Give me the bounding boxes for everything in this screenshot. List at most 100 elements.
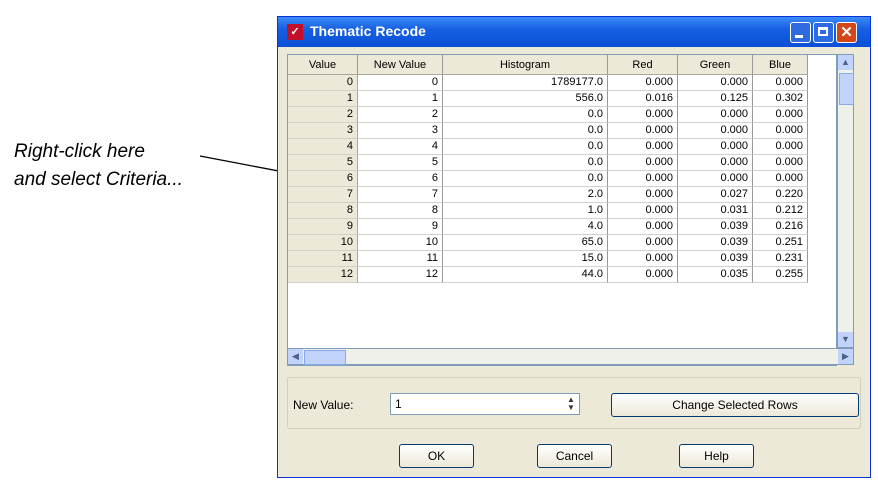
horizontal-scroll-thumb[interactable] (304, 350, 346, 365)
vertical-scroll-thumb[interactable] (839, 73, 854, 105)
cell-histogram: 1789177.0 (443, 75, 608, 91)
cell-red: 0.000 (608, 219, 678, 235)
cell-new-value[interactable]: 3 (358, 123, 443, 139)
table-row[interactable]: 11 11 15.0 0.000 0.039 0.231 (288, 251, 836, 267)
cell-value: 11 (288, 251, 358, 267)
cell-histogram: 1.0 (443, 203, 608, 219)
cell-blue: 0.000 (753, 155, 808, 171)
cell-value: 10 (288, 235, 358, 251)
cell-new-value[interactable]: 9 (358, 219, 443, 235)
vertical-scrollbar[interactable]: ▲ ▼ (837, 54, 854, 348)
table-row[interactable]: 4 4 0.0 0.000 0.000 0.000 (288, 139, 836, 155)
cell-red: 0.016 (608, 91, 678, 107)
cell-value: 3 (288, 123, 358, 139)
cell-new-value[interactable]: 10 (358, 235, 443, 251)
table-row[interactable]: 1 1 556.0 0.016 0.125 0.302 (288, 91, 836, 107)
new-value-label: New Value: (293, 398, 354, 412)
cell-value: 6 (288, 171, 358, 187)
cell-value: 4 (288, 139, 358, 155)
cell-value: 7 (288, 187, 358, 203)
new-value-input[interactable]: 1 ▲ ▼ (390, 393, 580, 415)
cell-green: 0.039 (678, 219, 753, 235)
scroll-up-icon[interactable]: ▲ (838, 55, 853, 70)
cell-blue: 0.000 (753, 171, 808, 187)
close-button[interactable]: ✕ (836, 22, 857, 43)
minimize-button[interactable] (790, 22, 811, 43)
ok-button[interactable]: OK (399, 444, 474, 468)
column-header-red[interactable]: Red (608, 55, 678, 75)
column-header-value[interactable]: Value (288, 55, 358, 75)
table-header: Value New Value Histogram Red Green Blue (288, 55, 836, 75)
cell-histogram: 65.0 (443, 235, 608, 251)
cell-red: 0.000 (608, 235, 678, 251)
cell-blue: 0.302 (753, 91, 808, 107)
cell-new-value[interactable]: 0 (358, 75, 443, 91)
scroll-right-icon[interactable]: ▶ (838, 349, 853, 364)
cell-histogram: 0.0 (443, 155, 608, 171)
cell-new-value[interactable]: 6 (358, 171, 443, 187)
cell-red: 0.000 (608, 107, 678, 123)
table-row[interactable]: 7 7 2.0 0.000 0.027 0.220 (288, 187, 836, 203)
column-header-histogram[interactable]: Histogram (443, 55, 608, 75)
table-row[interactable]: 5 5 0.0 0.000 0.000 0.000 (288, 155, 836, 171)
cell-histogram: 0.0 (443, 171, 608, 187)
table-row[interactable]: 9 9 4.0 0.000 0.039 0.216 (288, 219, 836, 235)
table-row[interactable]: 3 3 0.0 0.000 0.000 0.000 (288, 123, 836, 139)
cell-red: 0.000 (608, 267, 678, 283)
cell-new-value[interactable]: 7 (358, 187, 443, 203)
title-bar[interactable]: ✓ Thematic Recode ✕ (278, 17, 870, 47)
cell-value: 12 (288, 267, 358, 283)
cell-histogram: 44.0 (443, 267, 608, 283)
table-row[interactable]: 0 0 1789177.0 0.000 0.000 0.000 (288, 75, 836, 91)
cell-value: 0 (288, 75, 358, 91)
table-row[interactable]: 2 2 0.0 0.000 0.000 0.000 (288, 107, 836, 123)
cell-red: 0.000 (608, 123, 678, 139)
cell-new-value[interactable]: 1 (358, 91, 443, 107)
cell-blue: 0.255 (753, 267, 808, 283)
cell-histogram: 0.0 (443, 139, 608, 155)
cell-histogram: 556.0 (443, 91, 608, 107)
cancel-button[interactable]: Cancel (537, 444, 612, 468)
cell-histogram: 15.0 (443, 251, 608, 267)
cell-green: 0.027 (678, 187, 753, 203)
cell-green: 0.000 (678, 107, 753, 123)
cell-blue: 0.212 (753, 203, 808, 219)
recode-table[interactable]: Value New Value Histogram Red Green Blue 0 0 178… (287, 54, 837, 366)
cell-green: 0.039 (678, 251, 753, 267)
cell-value: 5 (288, 155, 358, 171)
table-row[interactable]: 8 8 1.0 0.000 0.031 0.212 (288, 203, 836, 219)
scroll-left-icon[interactable]: ◀ (288, 349, 303, 364)
cell-value: 1 (288, 91, 358, 107)
cell-green: 0.000 (678, 155, 753, 171)
table-row[interactable]: 12 12 44.0 0.000 0.035 0.255 (288, 267, 836, 283)
cell-new-value[interactable]: 11 (358, 251, 443, 267)
cell-red: 0.000 (608, 75, 678, 91)
cell-histogram: 0.0 (443, 123, 608, 139)
column-header-new-value[interactable]: New Value (358, 55, 443, 75)
help-button[interactable]: Help (679, 444, 754, 468)
cell-green: 0.000 (678, 123, 753, 139)
cell-value: 2 (288, 107, 358, 123)
cell-red: 0.000 (608, 187, 678, 203)
table-row[interactable]: 6 6 0.0 0.000 0.000 0.000 (288, 171, 836, 187)
column-header-green[interactable]: Green (678, 55, 753, 75)
cell-red: 0.000 (608, 155, 678, 171)
spinner-icon[interactable]: ▲ ▼ (565, 396, 577, 412)
cell-value: 8 (288, 203, 358, 219)
cell-green: 0.031 (678, 203, 753, 219)
cell-new-value[interactable]: 4 (358, 139, 443, 155)
cell-green: 0.039 (678, 235, 753, 251)
column-header-blue[interactable]: Blue (753, 55, 808, 75)
cell-new-value[interactable]: 5 (358, 155, 443, 171)
scroll-down-icon[interactable]: ▼ (838, 332, 853, 347)
new-value-text: 1 (395, 397, 402, 411)
maximize-button[interactable] (813, 22, 834, 43)
cell-blue: 0.000 (753, 75, 808, 91)
change-selected-rows-button[interactable]: Change Selected Rows (611, 393, 859, 417)
cell-new-value[interactable]: 12 (358, 267, 443, 283)
cell-green: 0.000 (678, 75, 753, 91)
cell-new-value[interactable]: 2 (358, 107, 443, 123)
table-row[interactable]: 10 10 65.0 0.000 0.039 0.251 (288, 235, 836, 251)
horizontal-scrollbar[interactable]: ◀ ▶ (287, 348, 854, 365)
cell-new-value[interactable]: 8 (358, 203, 443, 219)
